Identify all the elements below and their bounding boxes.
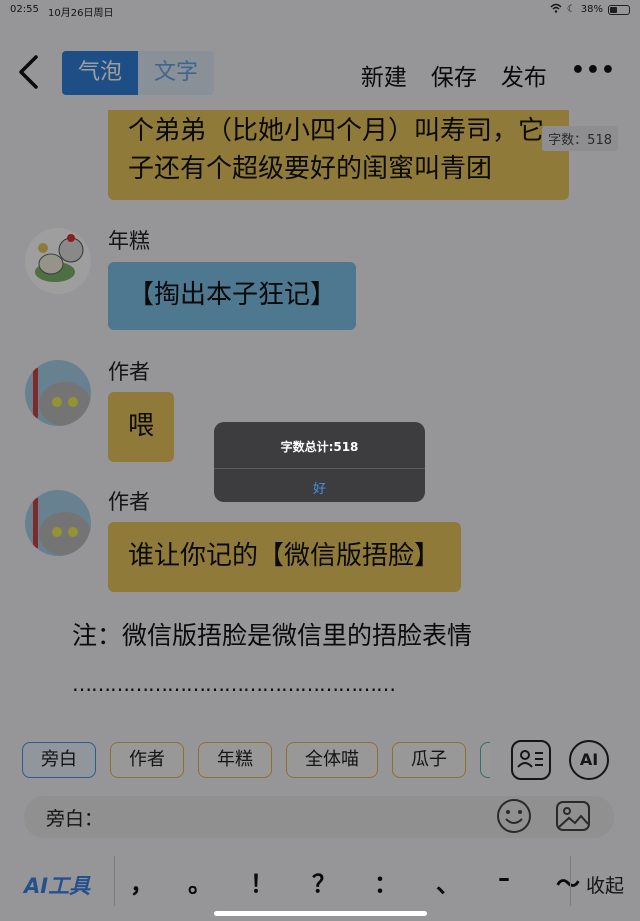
- alert-divider: [214, 468, 425, 469]
- alert-ok-button[interactable]: 好: [214, 478, 425, 497]
- home-indicator[interactable]: [214, 911, 427, 916]
- alert-message: 字数总计:518: [280, 440, 359, 454]
- alert-dialog: 字数总计:518 好: [214, 422, 425, 502]
